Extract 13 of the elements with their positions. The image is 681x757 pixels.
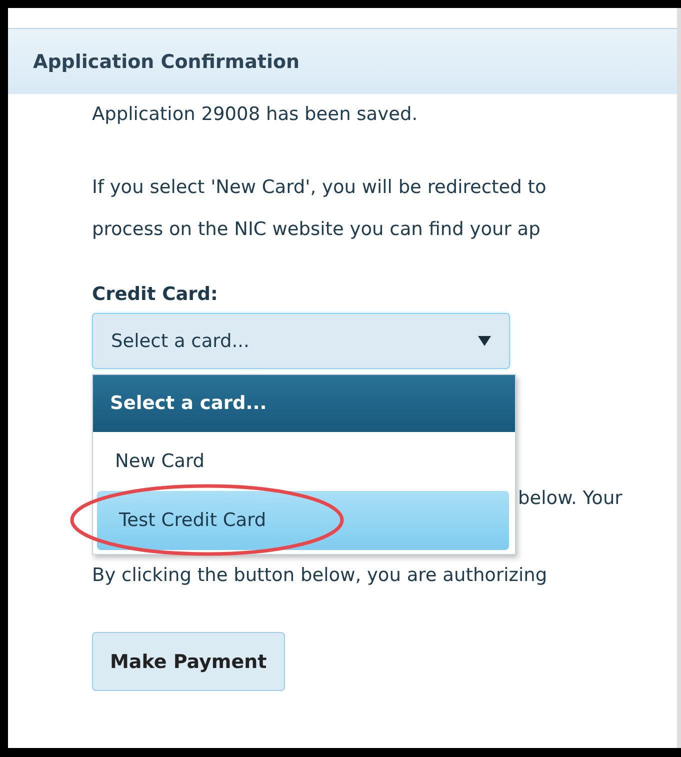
field-label: Credit Card:: [92, 283, 218, 307]
saved-message: Application 29008 has been saved.: [92, 103, 418, 127]
dropdown-option[interactable]: New Card: [93, 432, 515, 491]
make-payment-button[interactable]: Make Payment: [92, 632, 285, 691]
dropdown-option[interactable]: Select a card...: [93, 375, 515, 432]
dropdown-option[interactable]: Test Credit Card: [97, 491, 509, 550]
caret-icon: [478, 336, 491, 346]
notice-text: process on the NIC website you can find your ap: [92, 218, 540, 242]
notice-text: If you select 'New Card', you will be redirected to: [92, 176, 546, 200]
instruction-text: below. Your: [518, 488, 622, 509]
card-select[interactable]: Select a card...: [92, 313, 510, 369]
panel-title: Application Confirmation: [33, 50, 300, 72]
authorization-text: By clicking the button below, you are authorizing: [92, 564, 548, 588]
